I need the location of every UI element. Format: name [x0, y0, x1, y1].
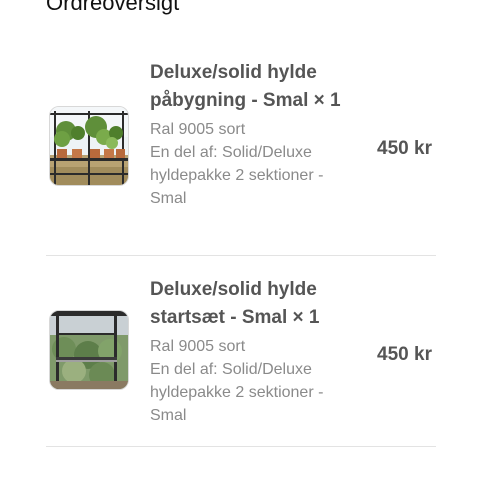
greenhouse-shelf-plants-image: [50, 107, 128, 185]
greenhouse-interior-image: [50, 311, 128, 389]
product-bundle-info: En del af: Solid/Deluxe hyldepakke 2 sek…: [150, 361, 324, 424]
order-item: Deluxe/solid hylde startsæt - Smal × 1 R…: [46, 256, 436, 446]
product-variant: Ral 9005 sort: [150, 121, 246, 138]
product-price: 450 kr: [377, 344, 432, 365]
product-name: Deluxe/solid hylde startsæt - Smal × 1: [150, 279, 320, 328]
order-item: Deluxe/solid hylde påbygning - Smal × 1 …: [46, 42, 436, 254]
product-info: Deluxe/solid hylde startsæt - Smal × 1 R…: [150, 276, 360, 427]
product-thumbnail: [49, 106, 129, 186]
product-info: Deluxe/solid hylde påbygning - Smal × 1 …: [150, 59, 360, 210]
order-summary-page: Ordreoversigt Deluxe/solid hylde påbygni…: [0, 0, 480, 480]
product-price: 450 kr: [377, 138, 432, 159]
product-thumbnail: [49, 310, 129, 390]
product-variant: Ral 9005 sort: [150, 338, 246, 355]
section-title: Ordreoversigt: [46, 0, 180, 15]
divider: [46, 446, 436, 447]
product-bundle-info: En del af: Solid/Deluxe hyldepakke 2 sek…: [150, 144, 324, 207]
product-name: Deluxe/solid hylde påbygning - Smal × 1: [150, 62, 341, 111]
